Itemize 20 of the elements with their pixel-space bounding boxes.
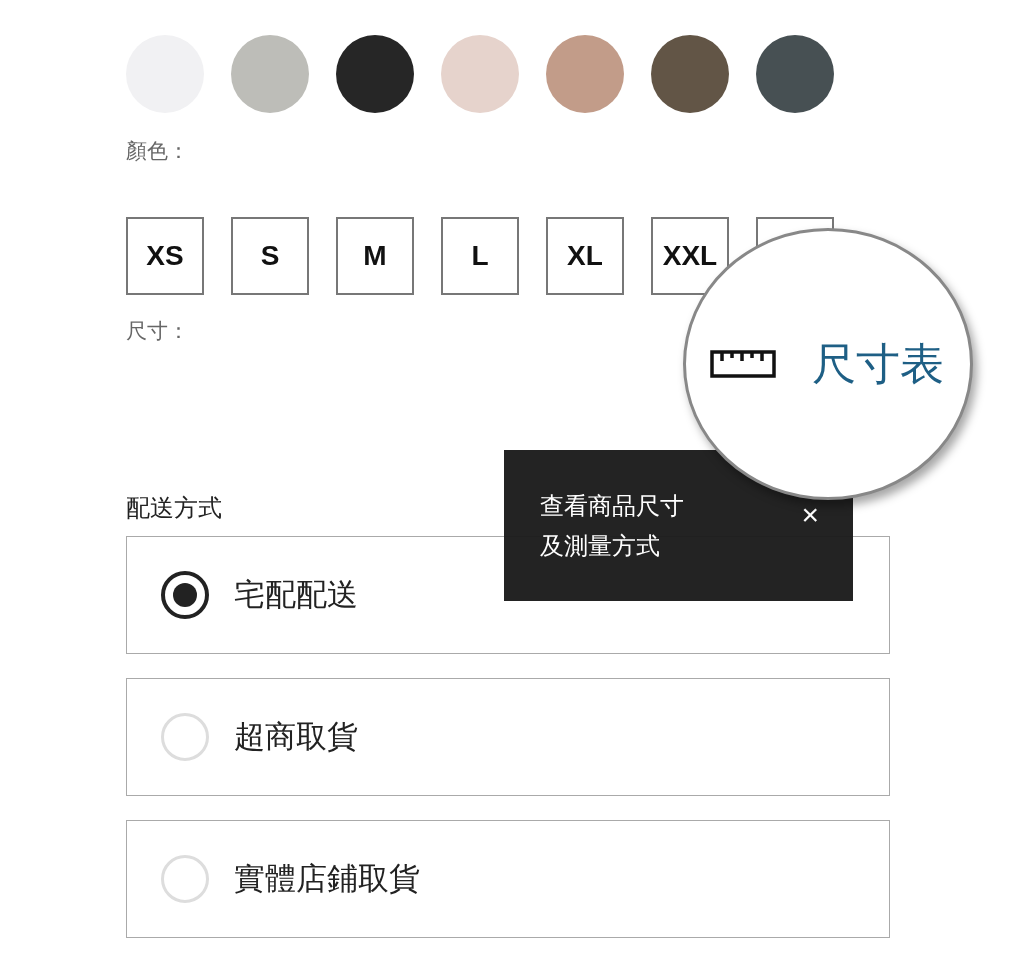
option-label: 實體店鋪取貨 <box>234 859 420 898</box>
size-option[interactable]: XXL <box>651 217 729 295</box>
size-option[interactable]: XS <box>126 217 204 295</box>
shipping-option[interactable]: 實體店鋪取貨 <box>126 820 890 938</box>
size-chart-link[interactable]: 尺寸表 <box>812 334 944 394</box>
radio-button[interactable] <box>161 571 209 619</box>
size-label: 尺寸： <box>126 318 190 345</box>
size-option[interactable]: XL <box>546 217 624 295</box>
close-button[interactable]: × <box>801 499 819 530</box>
section-title: 配送方式 <box>126 493 222 523</box>
option-label: 宅配配送 <box>234 575 358 614</box>
size-option[interactable]: S <box>231 217 309 295</box>
tooltip-text: 查看商品尺寸 <box>540 490 684 522</box>
size-option[interactable]: L <box>441 217 519 295</box>
ruler-icon <box>710 350 776 378</box>
shipping-option[interactable]: 超商取貨 <box>126 678 890 796</box>
color-label: 顏色： <box>126 138 190 165</box>
option-label: 超商取貨 <box>234 717 358 756</box>
size-option[interactable]: M <box>336 217 414 295</box>
tooltip-text: 及測量方式 <box>540 530 660 562</box>
